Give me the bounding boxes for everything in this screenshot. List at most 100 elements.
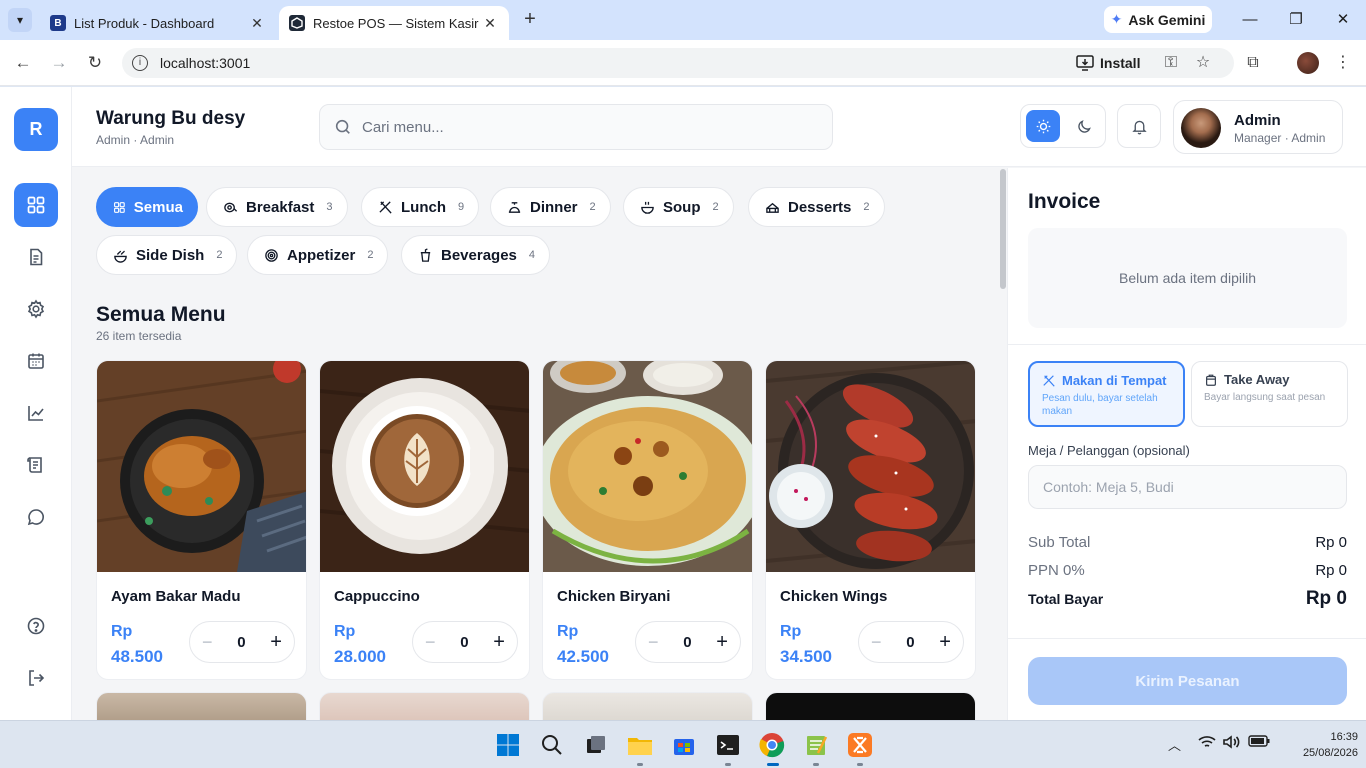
category-chip-desserts[interactable]: Desserts 2 <box>748 187 885 227</box>
receipt-icon[interactable] <box>14 443 58 487</box>
password-key-icon[interactable]: ⚿ <box>1160 52 1182 74</box>
menu-card[interactable] <box>765 692 976 720</box>
menu-item-name: Cappuccino <box>334 588 420 605</box>
system-clock[interactable]: 16:39 25/08/2026 <box>1300 729 1358 761</box>
category-chip-side-dish[interactable]: Side Dish 2 <box>96 235 238 275</box>
close-window-button[interactable]: ✕ <box>1328 8 1358 32</box>
category-count: 3 <box>326 201 333 213</box>
back-button[interactable]: ← <box>12 52 34 74</box>
order-type-take-away[interactable]: Take Away Bayar langsung saat pesan <box>1191 361 1348 427</box>
decrement-button[interactable]: − <box>425 632 436 653</box>
windows-start-icon[interactable] <box>494 731 522 759</box>
sun-icon[interactable] <box>1026 110 1060 142</box>
menu-card[interactable]: Ayam Bakar Madu Rp 48.500 − 0 + <box>96 360 307 680</box>
category-chip-breakfast[interactable]: Breakfast 3 <box>206 187 348 227</box>
increment-button[interactable]: + <box>939 631 951 654</box>
calendar-icon[interactable] <box>14 339 58 383</box>
order-type-dine-in[interactable]: Makan di Tempat Pesan dulu, bayar setela… <box>1028 361 1185 427</box>
decrement-button[interactable]: − <box>648 632 659 653</box>
close-tab-icon[interactable]: ✕ <box>481 15 499 32</box>
terminal-icon[interactable] <box>714 731 742 759</box>
install-app-button[interactable]: Install <box>1076 52 1146 74</box>
quantity-value: 0 <box>683 633 692 651</box>
spiral-icon <box>265 248 278 262</box>
logout-icon[interactable] <box>14 656 58 700</box>
quantity-value: 0 <box>237 633 246 651</box>
category-count: 9 <box>458 201 465 213</box>
search-input[interactable] <box>362 118 802 136</box>
decrement-button[interactable]: − <box>202 632 213 653</box>
bookmark-star-icon[interactable]: ☆ <box>1192 52 1214 74</box>
app-logo[interactable]: R <box>14 108 58 151</box>
content-scrollbar[interactable] <box>1000 169 1006 289</box>
extensions-icon[interactable]: ⧉ <box>1242 52 1264 74</box>
wifi-icon[interactable] <box>1198 735 1216 752</box>
increment-button[interactable]: + <box>716 631 728 654</box>
tab-search-button[interactable]: ▾ <box>8 8 32 32</box>
volume-icon[interactable] <box>1222 735 1240 752</box>
chart-icon[interactable] <box>14 391 58 435</box>
chevron-up-icon[interactable]: ︿ <box>1168 735 1181 754</box>
browser-tab-dashboard[interactable]: B List Produk - Dashboard ✕ <box>40 6 276 40</box>
user-role: Manager · Admin <box>1234 131 1326 145</box>
store-icon[interactable] <box>670 731 698 759</box>
decrement-button[interactable]: − <box>871 632 882 653</box>
ask-gemini-button[interactable]: ✦ Ask Gemini <box>1104 6 1212 33</box>
xampp-icon[interactable] <box>846 731 874 759</box>
increment-button[interactable]: + <box>493 631 505 654</box>
menu-card[interactable] <box>542 692 753 720</box>
theme-toggle[interactable] <box>1020 104 1106 148</box>
submit-order-button[interactable]: Kirim Pesanan <box>1028 657 1347 705</box>
menu-card[interactable]: Cappuccino Rp 28.000 − 0 + <box>319 360 530 680</box>
minimize-window-button[interactable]: — <box>1235 8 1265 32</box>
restoe-favicon-icon <box>289 15 305 31</box>
grid-icon[interactable] <box>14 183 58 227</box>
menu-search[interactable] <box>319 104 833 150</box>
task-view-icon[interactable] <box>582 731 610 759</box>
help-icon[interactable] <box>14 604 58 648</box>
restore-window-button[interactable]: ❐ <box>1281 8 1311 32</box>
reload-button[interactable]: ↻ <box>84 52 106 74</box>
category-chip-appetizer[interactable]: Appetizer 2 <box>247 235 389 275</box>
clock-date: 25/08/2026 <box>1302 747 1358 759</box>
category-chip-dinner[interactable]: Dinner 2 <box>490 187 611 227</box>
battery-icon[interactable] <box>1248 735 1270 750</box>
table-customer-input[interactable] <box>1028 465 1347 509</box>
gear-icon[interactable] <box>14 287 58 331</box>
search-icon[interactable] <box>538 731 566 759</box>
chrome-menu-icon[interactable]: ⋮ <box>1332 52 1354 74</box>
grid-icon <box>114 201 125 213</box>
category-chip-beverages[interactable]: Beverages 4 <box>401 235 551 275</box>
category-label: Beverages <box>441 246 517 264</box>
new-tab-button[interactable]: + <box>518 8 542 32</box>
browser-tab-restoe[interactable]: Restoe POS — Sistem Kasir ✕ <box>279 6 509 40</box>
menu-card[interactable] <box>96 692 307 720</box>
category-chip-soup[interactable]: Soup 2 <box>623 187 734 227</box>
user-profile-card[interactable]: Admin Manager · Admin <box>1173 100 1343 154</box>
forward-button[interactable]: → <box>48 52 70 74</box>
notification-bell-icon[interactable] <box>1117 104 1161 148</box>
windows-taskbar: ︿ 16:39 25/08/2026 <box>0 720 1366 768</box>
subtotal-row: Sub Total Rp 0 <box>1028 534 1347 551</box>
menu-card[interactable] <box>319 692 530 720</box>
url-bar[interactable]: i localhost:3001 <box>122 48 1234 78</box>
side-rail: R <box>0 87 72 720</box>
search-icon <box>335 119 350 134</box>
category-label: Soup <box>663 198 701 216</box>
chrome-icon[interactable] <box>758 731 786 759</box>
increment-button[interactable]: + <box>270 631 282 654</box>
notepad-icon[interactable] <box>802 731 830 759</box>
price-currency: Rp <box>557 623 579 640</box>
category-chip-lunch[interactable]: Lunch 9 <box>361 187 480 227</box>
category-chip-semua[interactable]: Semua <box>96 187 198 227</box>
file-explorer-icon[interactable] <box>626 731 654 759</box>
profile-avatar[interactable] <box>1297 52 1319 74</box>
moon-icon[interactable] <box>1067 110 1101 142</box>
category-label: Appetizer <box>287 246 356 264</box>
chat-icon[interactable] <box>14 495 58 539</box>
document-icon[interactable] <box>14 235 58 279</box>
menu-card[interactable]: Chicken Wings Rp 34.500 − 0 + <box>765 360 976 680</box>
close-tab-icon[interactable]: ✕ <box>248 15 266 32</box>
menu-card[interactable]: Chicken Biryani Rp 42.500 − 0 + <box>542 360 753 680</box>
site-info-icon[interactable]: i <box>132 55 148 71</box>
